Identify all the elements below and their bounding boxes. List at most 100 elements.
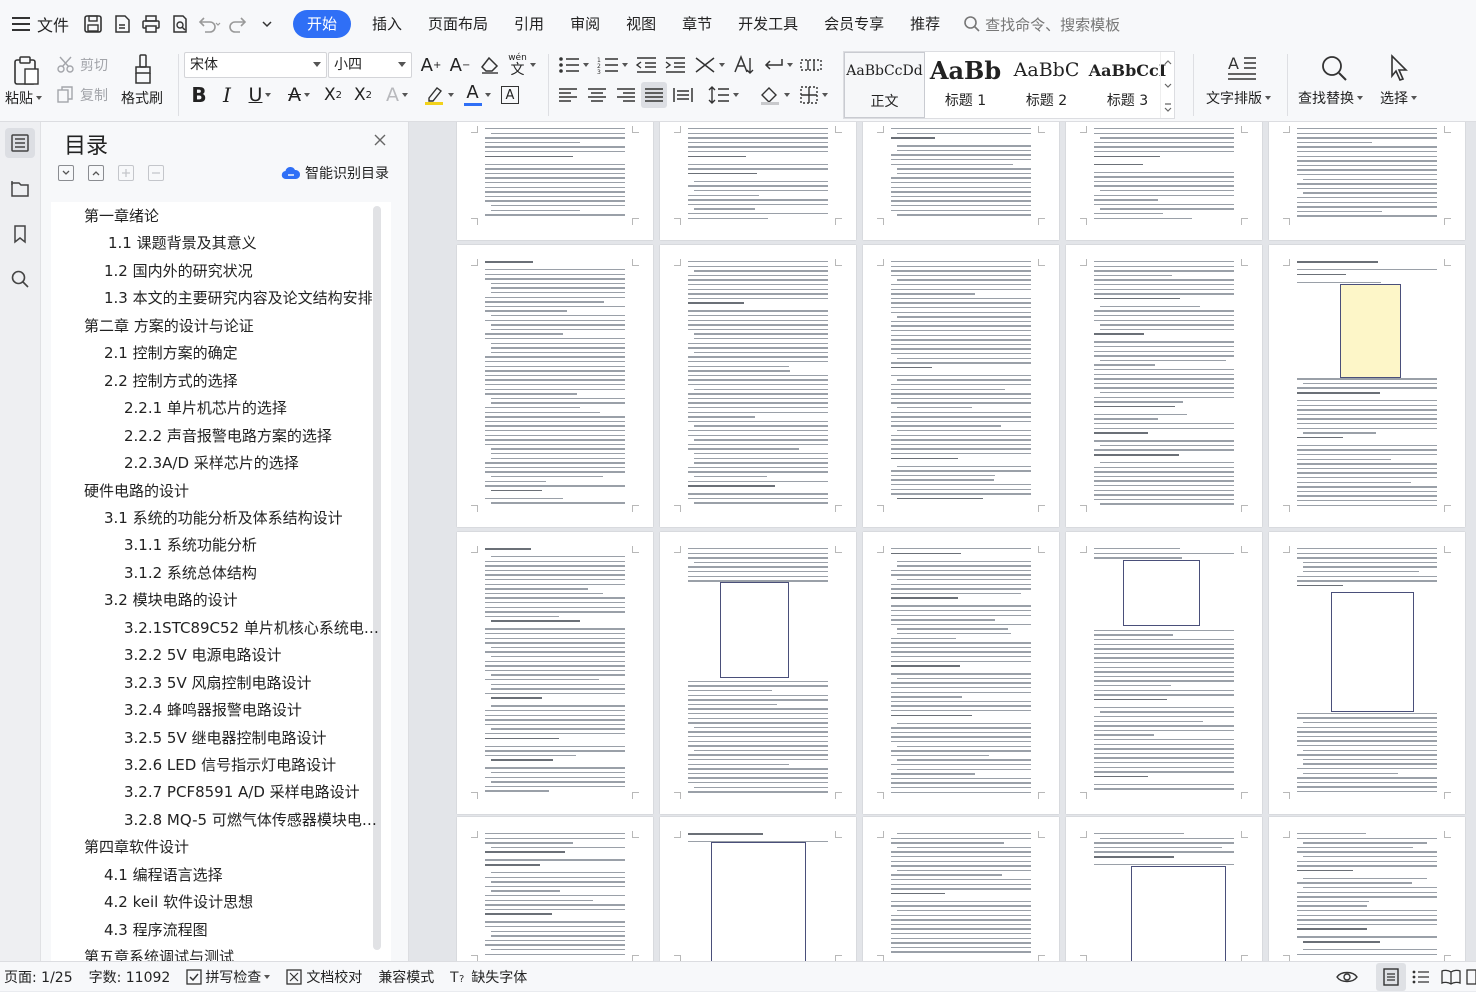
add-toc-item-icon[interactable] [118, 165, 134, 181]
word-count[interactable]: 字数: 11092 [89, 967, 171, 987]
text-layout-icon[interactable]: A [1224, 50, 1260, 86]
align-left-icon[interactable] [555, 82, 581, 108]
tab-review[interactable]: 审阅 [557, 10, 613, 38]
table-borders-icon[interactable] [798, 52, 824, 78]
tab-insert[interactable]: 插入 [359, 10, 415, 38]
toc-item[interactable]: 3.2.8 MQ-5 可燃气体传感器模块电路设计 [124, 807, 381, 834]
toc-item[interactable]: 3.2.1STC89C52 单片机核心系统电路设计 [124, 615, 381, 642]
search-panel-icon[interactable] [5, 264, 35, 294]
page-thumbnail[interactable] [1269, 532, 1465, 814]
decrease-font-icon[interactable]: A − [447, 52, 473, 78]
clear-format-icon[interactable] [477, 52, 503, 78]
tab-home[interactable]: 开始 [293, 10, 352, 38]
page-thumbnail[interactable] [660, 532, 856, 814]
toc-item[interactable]: 3.1.2 系统总体结构 [124, 560, 257, 587]
collapse-all-icon[interactable] [88, 165, 104, 181]
toc-item[interactable]: 第四章软件设计 [84, 834, 189, 861]
align-center-icon[interactable] [584, 82, 610, 108]
chapter-nav-icon[interactable] [5, 174, 35, 204]
page-indicator[interactable]: 页面: 1/25 [4, 967, 73, 987]
text-direction-icon[interactable] [691, 52, 727, 78]
paste-button[interactable]: 粘贴 [5, 88, 42, 108]
page-thumbnail[interactable] [457, 122, 653, 240]
redo-icon[interactable] [223, 9, 252, 39]
web-view-icon[interactable] [1466, 963, 1476, 991]
toc-item[interactable]: 2.2.3A/D 采样芯片的选择 [124, 450, 299, 477]
paste-icon[interactable] [6, 52, 46, 90]
cut-button[interactable]: 剪切 [56, 54, 108, 76]
toc-item[interactable]: 2.2 控制方式的选择 [104, 368, 238, 395]
align-right-icon[interactable] [613, 82, 639, 108]
subscript-icon[interactable]: X2 [350, 82, 376, 108]
bold-icon[interactable]: B [187, 82, 211, 108]
increase-indent-icon[interactable] [662, 52, 688, 78]
font-size-select[interactable]: 小四 [328, 52, 412, 78]
page-view-icon[interactable] [1376, 963, 1406, 991]
toc-item[interactable]: 第一章绪论 [84, 203, 159, 230]
style-heading-1[interactable]: AaBb 标题 1 [925, 52, 1006, 118]
increase-font-icon[interactable]: A + [418, 52, 444, 78]
tab-view[interactable]: 视图 [613, 10, 669, 38]
toc-item[interactable]: 1.1 课题背景及其意义 [108, 230, 257, 257]
tab-page-layout[interactable]: 页面布局 [415, 10, 501, 38]
undo-icon[interactable] [194, 9, 223, 39]
borders-icon[interactable] [795, 82, 831, 108]
styles-scroll[interactable] [1160, 52, 1174, 118]
char-border-icon[interactable]: A [498, 82, 522, 108]
toc-item[interactable]: 3.2 模块电路的设计 [104, 587, 238, 614]
toc-item[interactable]: 2.2.1 单片机芯片的选择 [124, 395, 287, 422]
toc-item[interactable]: 3.2.3 5V 风扇控制电路设计 [124, 670, 312, 697]
page-thumbnail[interactable] [1066, 817, 1262, 961]
line-spacing-icon[interactable] [705, 82, 741, 108]
bullet-list-icon[interactable] [555, 52, 591, 78]
smart-toc-button[interactable]: 智能识别目录 [281, 163, 389, 183]
style-heading-2[interactable]: AaBbC 标题 2 [1006, 52, 1087, 118]
toc-item[interactable]: 3.2.4 蜂鸣器报警电路设计 [124, 697, 302, 724]
justify-icon[interactable] [641, 82, 667, 108]
close-icon[interactable] [372, 132, 388, 148]
find-replace-button[interactable]: 查找替换 [1298, 88, 1363, 108]
doc-check-button[interactable]: 文档校对 [286, 967, 362, 987]
page-thumbnail[interactable] [863, 532, 1059, 814]
remove-toc-item-icon[interactable] [148, 165, 164, 181]
page-thumbnail[interactable] [457, 245, 653, 527]
missing-font-button[interactable]: T? 缺失字体 [450, 967, 527, 987]
toc-item[interactable]: 3.2.6 LED 信号指示灯电路设计 [124, 752, 336, 779]
toc-item[interactable]: 4.3 程序流程图 [104, 917, 208, 944]
page-thumbnail[interactable] [1066, 122, 1262, 240]
superscript-icon[interactable]: X2 [320, 82, 346, 108]
decrease-indent-icon[interactable] [633, 52, 659, 78]
toc-item[interactable]: 3.2.7 PCF8591 A/D 采样电路设计 [124, 779, 360, 806]
toc-item[interactable]: 3.1.1 系统功能分析 [124, 532, 257, 559]
toc-panel-icon[interactable] [5, 128, 35, 158]
style-heading-3[interactable]: AaBbCcI 标题 3 [1087, 52, 1168, 118]
text-layout-button[interactable]: 文字排版 [1206, 88, 1271, 108]
page-thumbnail[interactable] [1269, 817, 1465, 961]
print-icon[interactable] [136, 9, 165, 39]
spell-check-button[interactable]: 拼写检查 [186, 967, 271, 987]
tab-developer[interactable]: 开发工具 [725, 10, 811, 38]
page-thumbnail[interactable] [1066, 532, 1262, 814]
find-replace-icon[interactable] [1316, 50, 1352, 86]
page-thumbnail[interactable] [660, 122, 856, 240]
page-thumbnail[interactable] [1269, 245, 1465, 527]
tab-references[interactable]: 引用 [501, 10, 557, 38]
select-button[interactable]: 选择 [1380, 88, 1417, 108]
italic-icon[interactable]: I [215, 82, 239, 108]
expand-all-icon[interactable] [58, 165, 74, 181]
distributed-align-icon[interactable] [670, 82, 696, 108]
page-thumbnail[interactable] [1066, 245, 1262, 527]
eye-protect-icon[interactable] [1332, 963, 1362, 991]
toc-scrollbar[interactable] [373, 206, 381, 954]
tab-chapter[interactable]: 章节 [669, 10, 725, 38]
export-pdf-icon[interactable] [107, 9, 136, 39]
page-thumbnail[interactable] [457, 532, 653, 814]
select-cursor-icon[interactable] [1384, 50, 1414, 86]
toc-item[interactable]: 硬件电路的设计 [84, 478, 189, 505]
sort-icon[interactable] [730, 52, 756, 78]
page-thumbnail[interactable] [1269, 122, 1465, 240]
page-thumbnail[interactable] [863, 817, 1059, 961]
page-thumbnail[interactable] [863, 245, 1059, 527]
quick-access-more-icon[interactable] [252, 9, 281, 39]
toc-item[interactable]: 1.2 国内外的研究状况 [104, 258, 253, 285]
